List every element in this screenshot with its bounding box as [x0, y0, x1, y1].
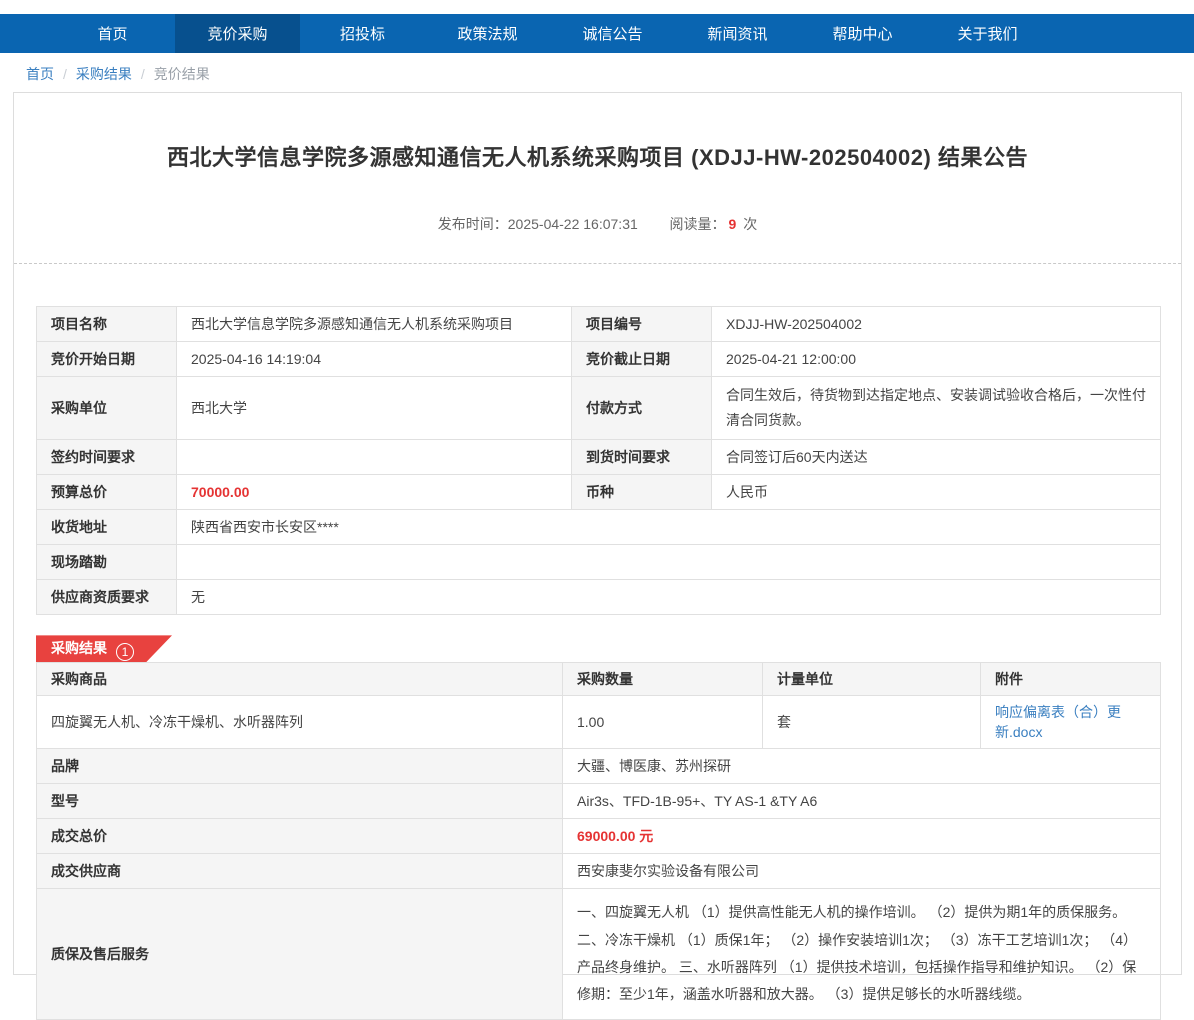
table-row: 型号 Air3s、TFD-1B-95+、TY AS-1 &TY A6: [37, 784, 1161, 819]
table-row: 现场踏勘: [37, 545, 1161, 580]
table-row: 竞价开始日期 2025-04-16 14:19:04 竞价截止日期 2025-0…: [37, 342, 1161, 377]
views-label: 阅读量：: [670, 216, 726, 232]
buyer-label: 采购单位: [37, 377, 177, 440]
model-value: Air3s、TFD-1B-95+、TY AS-1 &TY A6: [563, 784, 1161, 819]
table-row: 供应商资质要求 无: [37, 580, 1161, 615]
breadcrumb-home[interactable]: 首页: [26, 64, 54, 84]
warranty-label: 质保及售后服务: [37, 889, 563, 1019]
table-header-row: 采购商品 采购数量 计量单位 附件: [37, 663, 1161, 696]
page-title: 西北大学信息学院多源感知通信无人机系统采购项目 (XDJJ-HW-2025040…: [14, 140, 1181, 172]
breadcrumb-procurement-results[interactable]: 采购结果: [76, 64, 132, 84]
nav-item-integrity-notices[interactable]: 诚信公告: [550, 14, 675, 53]
address-label: 收货地址: [37, 510, 177, 545]
nav-item-about-us[interactable]: 关于我们: [925, 14, 1050, 53]
publish-time-value: 2025-04-22 16:07:31: [508, 216, 638, 232]
brand-label: 品牌: [37, 749, 563, 784]
table-row: 项目名称 西北大学信息学院多源感知通信无人机系统采购项目 项目编号 XDJJ-H…: [37, 307, 1161, 342]
quantity-value: 1.00: [563, 696, 763, 749]
breadcrumb-separator: /: [63, 66, 67, 82]
deal-price-value: 69000.00 元: [563, 819, 1161, 854]
supplier-value: 西安康斐尔实验设备有限公司: [563, 854, 1161, 889]
qualification-label: 供应商资质要求: [37, 580, 177, 615]
table-row: 品牌 大疆、博医康、苏州探研: [37, 749, 1161, 784]
result-section-badge: 采购结果 1: [36, 635, 172, 662]
breadcrumb-current-bidding-results: 竞价结果: [154, 64, 210, 84]
supplier-label: 成交供应商: [37, 854, 563, 889]
nav-item-policies[interactable]: 政策法规: [425, 14, 550, 53]
breadcrumb-separator: /: [141, 66, 145, 82]
project-name-value: 西北大学信息学院多源感知通信无人机系统采购项目: [177, 307, 572, 342]
table-row: 收货地址 陕西省西安市长安区****: [37, 510, 1161, 545]
dashed-divider: [14, 263, 1181, 264]
currency-label: 币种: [572, 475, 712, 510]
nav-item-bidding-procurement[interactable]: 竞价采购: [175, 14, 300, 53]
header-product: 采购商品: [37, 663, 563, 696]
result-badge-label: 采购结果: [51, 640, 107, 656]
table-row: 质保及售后服务 一、四旋翼无人机 （1）提供高性能无人机的操作培训。 （2）提供…: [37, 889, 1161, 1019]
sign-time-value: [177, 440, 572, 475]
project-code-label: 项目编号: [572, 307, 712, 342]
budget-value: 70000.00: [177, 475, 572, 510]
bid-start-label: 竞价开始日期: [37, 342, 177, 377]
header-unit: 计量单位: [763, 663, 981, 696]
publish-time-label: 发布时间：: [438, 216, 508, 232]
table-row: 四旋翼无人机、冷冻干燥机、水听器阵列 1.00 套 响应偏离表（合）更新.doc…: [37, 696, 1161, 749]
result-badge-number: 1: [116, 643, 134, 661]
nav-item-home[interactable]: 首页: [50, 14, 175, 53]
site-visit-value: [177, 545, 1161, 580]
top-whitespace: [0, 0, 1194, 14]
address-value: 陕西省西安市长安区****: [177, 510, 1161, 545]
model-label: 型号: [37, 784, 563, 819]
nav-item-tendering[interactable]: 招投标: [300, 14, 425, 53]
table-row: 签约时间要求 到货时间要求 合同签订后60天内送达: [37, 440, 1161, 475]
delivery-time-value: 合同签订后60天内送达: [712, 440, 1161, 475]
breadcrumb: 首页 / 采购结果 / 竞价结果: [0, 53, 1194, 95]
project-info-table: 项目名称 西北大学信息学院多源感知通信无人机系统采购项目 项目编号 XDJJ-H…: [36, 306, 1161, 615]
nav-item-help-center[interactable]: 帮助中心: [800, 14, 925, 53]
payment-value: 合同生效后，待货物到达指定地点、安装调试验收合格后，一次性付清合同货款。: [712, 377, 1161, 440]
nav-item-news[interactable]: 新闻资讯: [675, 14, 800, 53]
currency-value: 人民币: [712, 475, 1161, 510]
unit-value: 套: [763, 696, 981, 749]
delivery-time-label: 到货时间要求: [572, 440, 712, 475]
deal-price-label: 成交总价: [37, 819, 563, 854]
views-unit: 次: [743, 216, 757, 232]
project-name-label: 项目名称: [37, 307, 177, 342]
table-row: 成交总价 69000.00 元: [37, 819, 1161, 854]
project-code-value: XDJJ-HW-202504002: [712, 307, 1161, 342]
header-attachment: 附件: [981, 663, 1161, 696]
bid-end-label: 竞价截止日期: [572, 342, 712, 377]
sign-time-label: 签约时间要求: [37, 440, 177, 475]
table-row: 成交供应商 西安康斐尔实验设备有限公司: [37, 854, 1161, 889]
content-card: 西北大学信息学院多源感知通信无人机系统采购项目 (XDJJ-HW-2025040…: [13, 92, 1182, 975]
result-table: 采购商品 采购数量 计量单位 附件 四旋翼无人机、冷冻干燥机、水听器阵列 1.0…: [36, 662, 1161, 1019]
bid-end-value: 2025-04-21 12:00:00: [712, 342, 1161, 377]
bid-start-value: 2025-04-16 14:19:04: [177, 342, 572, 377]
main-navbar: 首页 竞价采购 招投标 政策法规 诚信公告 新闻资讯 帮助中心 关于我们: [0, 14, 1194, 53]
qualification-value: 无: [177, 580, 1161, 615]
brand-value: 大疆、博医康、苏州探研: [563, 749, 1161, 784]
attachment-link[interactable]: 响应偏离表（合）更新.docx: [995, 704, 1121, 740]
header-quantity: 采购数量: [563, 663, 763, 696]
buyer-value: 西北大学: [177, 377, 572, 440]
product-value: 四旋翼无人机、冷冻干燥机、水听器阵列: [37, 696, 563, 749]
article-meta: 发布时间：2025-04-22 16:07:31 阅读量：9 次: [14, 214, 1181, 234]
warranty-value: 一、四旋翼无人机 （1）提供高性能无人机的操作培训。 （2）提供为期1年的质保服…: [563, 889, 1161, 1019]
table-row: 预算总价 70000.00 币种 人民币: [37, 475, 1161, 510]
table-row: 采购单位 西北大学 付款方式 合同生效后，待货物到达指定地点、安装调试验收合格后…: [37, 377, 1161, 440]
site-visit-label: 现场踏勘: [37, 545, 177, 580]
views-count: 9: [729, 216, 737, 232]
budget-label: 预算总价: [37, 475, 177, 510]
payment-label: 付款方式: [572, 377, 712, 440]
